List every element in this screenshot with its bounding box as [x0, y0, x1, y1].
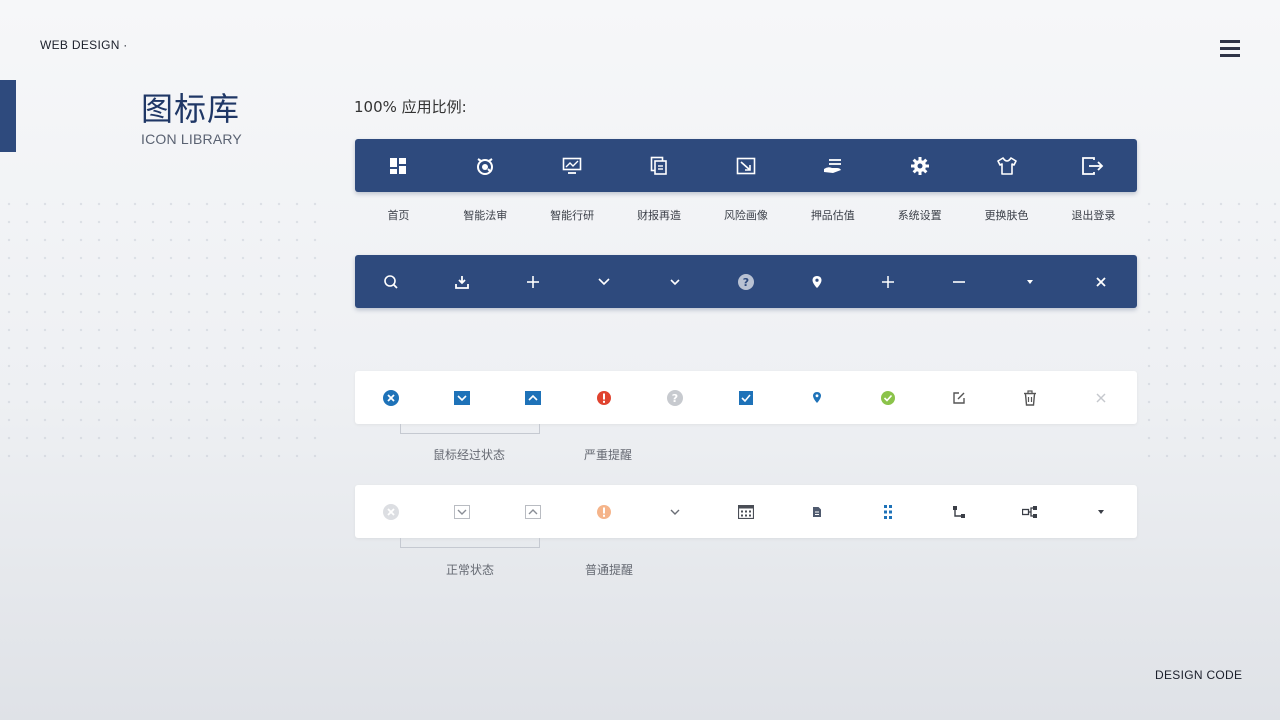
dot-pattern-left [0, 195, 330, 465]
nav-labels: 首页 智能法审 智能行研 财报再造 风险画像 押品估值 系统设置 更换肤色 退出… [355, 207, 1137, 223]
page-subtitle: ICON LIBRARY [141, 131, 242, 147]
plus-icon[interactable] [497, 255, 568, 308]
dot-pattern-right [1140, 195, 1280, 465]
chevron-up-box-blue-icon[interactable] [497, 371, 568, 424]
documents-icon[interactable] [620, 139, 698, 192]
chevron-down-box-gray-icon[interactable] [426, 485, 497, 538]
close-icon[interactable] [1066, 255, 1137, 308]
normal-state-bracket [400, 538, 540, 548]
location-pin-icon[interactable] [782, 255, 853, 308]
nav-label-system-settings: 系统设置 [897, 209, 942, 222]
image-arrow-icon[interactable] [707, 139, 785, 192]
network-node-icon[interactable] [995, 485, 1066, 538]
brand-label: WEB DESIGN · [40, 38, 128, 52]
hover-state-icon-bar: ? [355, 371, 1137, 424]
nav-label-logout: 退出登录 [1071, 209, 1116, 222]
question-circle-icon[interactable]: ? [710, 255, 781, 308]
scale-label: 100% 应用比例: [354, 98, 467, 116]
normal-state-label: 正常状态 [446, 563, 495, 577]
page-title: 图标库 [141, 90, 241, 128]
alert-circle-red-icon[interactable] [568, 371, 639, 424]
normal-state-icon-bar [355, 485, 1137, 538]
nav-label-change-skin: 更换肤色 [984, 209, 1029, 222]
nav-label-research: 智能行研 [550, 209, 595, 222]
check-circle-green-icon[interactable] [853, 371, 924, 424]
plus-thin-icon[interactable] [853, 255, 924, 308]
nav-label-home: 首页 [387, 209, 410, 222]
download-icon[interactable] [426, 255, 497, 308]
monitor-chart-icon[interactable] [533, 139, 611, 192]
flow-step-icon[interactable] [924, 485, 995, 538]
left-accent-bar [0, 80, 16, 152]
hover-state-label: 鼠标经过状态 [433, 448, 506, 462]
normal-alert-label: 普通提醒 [585, 563, 634, 577]
trash-icon[interactable] [995, 371, 1066, 424]
hand-stack-icon[interactable] [794, 139, 872, 192]
calendar-grid-icon[interactable] [710, 485, 781, 538]
hover-state-bracket [400, 424, 540, 434]
tool-icon-bar: ? [355, 255, 1137, 308]
alarm-target-icon[interactable] [446, 139, 524, 192]
gear-icon[interactable] [881, 139, 959, 192]
nav-label-legal-review: 智能法审 [463, 209, 508, 222]
file-icon[interactable] [782, 485, 853, 538]
question-circle-gray-icon[interactable]: ? [639, 371, 710, 424]
nav-icon-bar [355, 139, 1137, 192]
design-code-label: DESIGN CODE [1155, 668, 1243, 682]
close-circle-gray-icon[interactable] [355, 485, 426, 538]
nav-label-risk-profile: 风险画像 [723, 209, 768, 222]
close-light-icon[interactable] [1066, 371, 1137, 424]
nav-label-collateral-valuation: 押品估值 [810, 209, 855, 222]
svg-text:?: ? [743, 276, 749, 289]
svg-text:?: ? [672, 392, 678, 405]
chevron-down-gray-icon[interactable] [639, 485, 710, 538]
search-icon[interactable] [355, 255, 426, 308]
severe-alert-label: 严重提醒 [584, 448, 633, 462]
alert-circle-orange-icon[interactable] [568, 485, 639, 538]
checkbox-checked-blue-icon[interactable] [710, 371, 781, 424]
location-pin-blue-icon[interactable] [782, 371, 853, 424]
nav-label-financial-report: 财报再造 [637, 209, 682, 222]
logout-icon[interactable] [1054, 139, 1132, 192]
chevron-down-icon[interactable] [568, 255, 639, 308]
minus-icon[interactable] [924, 255, 995, 308]
tshirt-icon[interactable] [968, 139, 1046, 192]
hamburger-menu-icon[interactable] [1220, 40, 1240, 60]
chevron-down-small-icon[interactable] [639, 255, 710, 308]
dots-grid-blue-icon[interactable] [853, 485, 924, 538]
chevron-down-box-blue-icon[interactable] [426, 371, 497, 424]
chevron-up-box-gray-icon[interactable] [497, 485, 568, 538]
caret-down-icon[interactable] [995, 255, 1066, 308]
caret-down-dark-icon[interactable] [1066, 485, 1137, 538]
home-grid-icon[interactable] [359, 139, 437, 192]
edit-icon[interactable] [924, 371, 995, 424]
close-circle-blue-icon[interactable] [355, 371, 426, 424]
